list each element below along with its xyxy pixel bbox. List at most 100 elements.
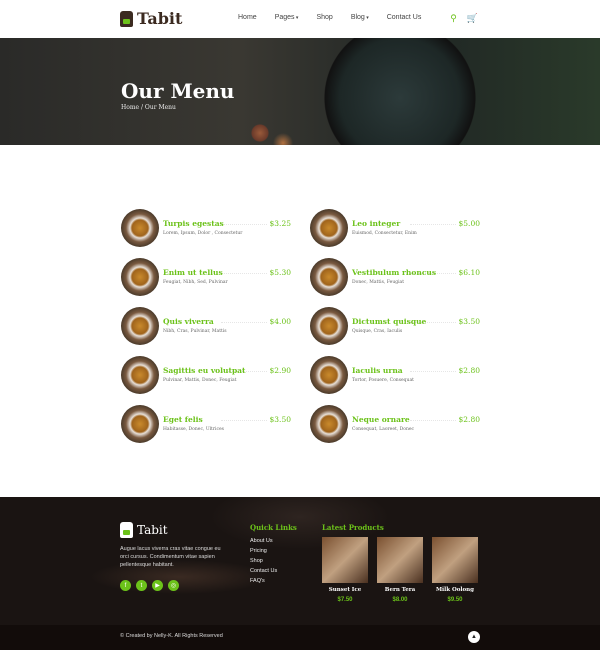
nav-pages[interactable]: Pages [275,14,299,21]
link-faq[interactable]: FAQ's [250,576,277,586]
menu-item-name: Vestibulum rhoncus [352,268,437,277]
product-card[interactable]: Sunset Ice $7.50 [322,537,368,603]
logo[interactable]: Tabit [120,9,182,28]
menu-item-price: $3.25 [269,219,291,228]
teapot-logo-icon [120,10,133,27]
menu-item-ingredients: Quisque, Cras, Iaculis [352,329,403,334]
menu-item[interactable]: Turpis egestas $3.25 Lorem, Ipsum, Dolor ,… [121,209,291,247]
footer-logo[interactable]: Tabit [120,522,168,538]
menu-item-price: $2.80 [458,415,480,424]
instagram-icon[interactable]: ◎ [168,580,179,591]
nav-shop[interactable]: Shop [316,14,332,21]
product-card[interactable]: Bern Tera $8.00 [377,537,423,603]
menu-item[interactable]: Enim ut tellus $5.30 Feugiat, Nibh, Sed, P… [121,258,291,296]
hero-banner: Our Menu Home / Our Menu [0,38,600,145]
menu-item-price: $2.90 [269,366,291,375]
dotted-divider [221,322,267,323]
product-image [322,537,368,583]
menu-item-name: Leo integer [352,219,401,228]
menu-item-image [121,209,159,247]
menu-item-name: Dictumst quisque [352,317,427,326]
dotted-divider [410,420,456,421]
nav-blog[interactable]: Blog [351,14,369,21]
menu-item[interactable]: Dictumst quisque $3.50 Quisque, Cras, Iacu… [310,307,480,345]
menu-item[interactable]: Eget felis $3.50 Habitasse, Donec, Ultrice… [121,405,291,443]
scroll-top-button[interactable]: ▲ [468,631,480,643]
menu-item-ingredients: Consequat, Laoreet, Donec [352,427,415,432]
menu-item-ingredients: Pulvinar, Mattis, Donec, Feugiat [163,378,237,383]
menu-item-price: $5.00 [458,219,480,228]
cart-icon[interactable]: 🛒 [467,13,478,24]
menu-item-ingredients: Lorem, Ipsum, Dolor , Consectetur [163,231,243,236]
menu-item-ingredients: Tortor, Posuere, Consequat [352,378,414,383]
product-card[interactable]: Milk Oolong $9.50 [432,537,478,603]
copyright: © Created by Nelly-K. All Rights Reserve… [120,633,223,639]
product-image [432,537,478,583]
nav-home[interactable]: Home [238,14,257,21]
menu-item-name: Neque ornare [352,415,410,424]
social-links: f t ▶ ◎ [120,580,179,591]
twitter-icon[interactable]: t [136,580,147,591]
header: Tabit Home Pages Shop Blog Contact Us ⚲ 🛒 [0,0,600,38]
bottom-bar: © Created by Nelly-K. All Rights Reserve… [0,625,600,650]
menu-item-price: $3.50 [458,317,480,326]
menu-item[interactable]: Leo integer $5.00 Euismod, Consectetur, En… [310,209,480,247]
menu-item-ingredients: Nibh, Cras, Pulvinar, Mattis [163,329,227,334]
menu-item-price: $3.50 [269,415,291,424]
page-title: Our Menu [121,79,235,103]
menu-item-image [121,258,159,296]
dotted-divider [410,371,456,372]
menu-item[interactable]: Quis viverra $4.00 Nibh, Cras, Pulvinar, M… [121,307,291,345]
menu-item-image [310,307,348,345]
product-price: $7.50 [337,597,353,603]
latest-products-title: Latest Products [322,523,384,532]
menu-item-image [121,307,159,345]
menu-item-name: Eget felis [163,415,203,424]
menu-item-price: $2.80 [458,366,480,375]
menu-item-image [310,405,348,443]
search-icon[interactable]: ⚲ [450,13,457,24]
menu-item-name: Iaculis urna [352,366,403,375]
quick-links-title: Quick Links [250,523,297,532]
menu-item-image [310,258,348,296]
menu-item-price: $5.30 [269,268,291,277]
menu-item-ingredients: Donec, Mattis, Feugiat [352,280,405,285]
menu-item-name: Quis viverra [163,317,214,326]
link-pricing[interactable]: Pricing [250,546,277,556]
product-name: Bern Tera [384,587,416,593]
menu-item-name: Enim ut tellus [163,268,223,277]
nav-contact[interactable]: Contact Us [387,14,422,21]
dotted-divider [221,273,267,274]
menu-item-name: Sagittis eu volutpat [163,366,246,375]
main-nav: Home Pages Shop Blog Contact Us [238,14,421,21]
dotted-divider [221,224,267,225]
menu-item[interactable]: Neque ornare $2.80 Consequat, Laoreet, Don… [310,405,480,443]
footer-about: Augue lacus viverra cras vitae congue eu… [120,546,221,568]
quick-links: About Us Pricing Shop Contact Us FAQ's [250,536,277,586]
menu-item-price: $6.10 [458,268,480,277]
product-name: Milk Oolong [435,587,475,593]
menu-item-price: $4.00 [269,317,291,326]
dotted-divider [410,224,456,225]
menu-item[interactable]: Sagittis eu volutpat $2.90 Pulvinar, Matti… [121,356,291,394]
product-price: $9.50 [447,597,463,603]
link-contact[interactable]: Contact Us [250,566,277,576]
menu-item[interactable]: Vestibulum rhoncus $6.10 Donec, Mattis, Fe… [310,258,480,296]
menu-item-ingredients: Habitasse, Donec, Ultrices [163,427,224,432]
link-shop[interactable]: Shop [250,556,277,566]
breadcrumb: Home / Our Menu [121,104,176,111]
menu-item-image [121,356,159,394]
menu-item[interactable]: Iaculis urna $2.80 Tortor, Posuere, Conseq… [310,356,480,394]
menu-item-image [121,405,159,443]
teapot-logo-icon [120,522,133,538]
facebook-icon[interactable]: f [120,580,131,591]
menu-item-image [310,356,348,394]
youtube-icon[interactable]: ▶ [152,580,163,591]
menu-item-image [310,209,348,247]
link-about[interactable]: About Us [250,536,277,546]
footer: Tabit Augue lacus viverra cras vitae con… [0,497,600,625]
product-name: Sunset Ice [328,587,362,593]
menu-item-name: Turpis egestas [163,219,224,228]
menu-item-ingredients: Euismod, Consectetur, Enim [352,231,417,236]
menu-item-ingredients: Feugiat, Nibh, Sed, Pulvinar [163,280,228,285]
